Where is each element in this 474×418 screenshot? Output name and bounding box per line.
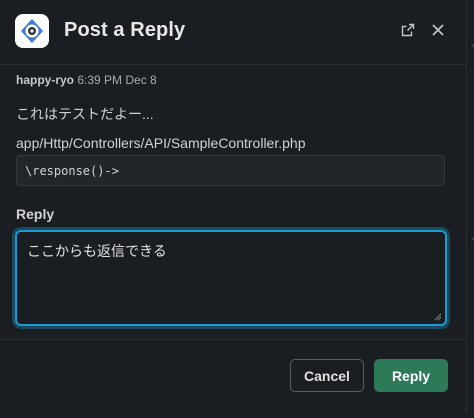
message-meta: happy-ryo 6:39 PM Dec 8 [16,73,157,87]
chevron-right-icon: › [471,40,474,50]
file-path: app/Http/Controllers/API/SampleControlle… [16,135,306,151]
message-text: これはテストだよー... [16,106,154,122]
chevron-right-icon: › [471,233,474,243]
close-icon[interactable] [428,20,448,40]
footer-divider [0,339,466,340]
modal-header: Post a Reply [0,0,466,65]
message-timestamp: 6:39 PM Dec 8 [77,73,157,87]
modal-title: Post a Reply [64,19,186,41]
external-link-icon[interactable] [398,20,418,40]
reply-label: Reply [16,206,55,222]
app-logo-icon [15,14,49,48]
post-reply-modal: Post a Reply happy-ryo 6:39 PM Dec 8 これは… [0,0,467,414]
resize-grip-icon[interactable] [434,313,442,321]
reply-text: ここからも返信できる [27,243,167,259]
cancel-button[interactable]: Cancel [290,359,364,392]
reply-textarea[interactable]: ここからも返信できる [15,230,447,326]
code-block: \response()-> [16,155,445,186]
reply-button[interactable]: Reply [374,359,448,392]
author-name[interactable]: happy-ryo [16,73,74,87]
code-text: \response()-> [25,164,119,178]
